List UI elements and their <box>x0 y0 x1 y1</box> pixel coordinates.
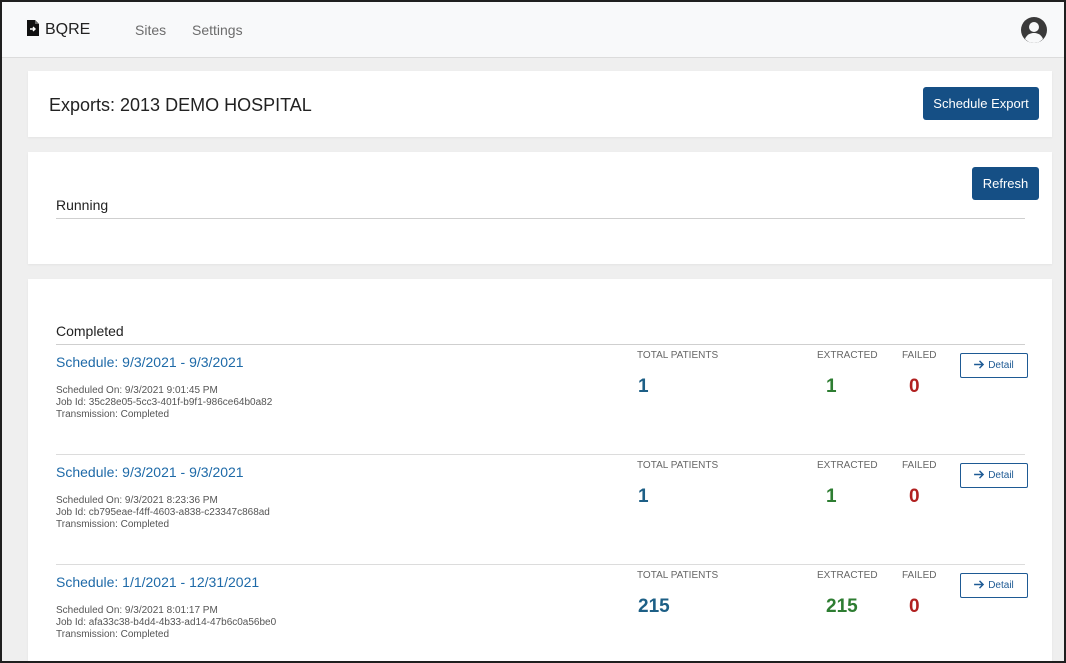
total-patients-value: 1 <box>638 376 649 397</box>
total-patients-label: TOTAL PATIENTS <box>637 350 719 361</box>
detail-button[interactable]: Detail <box>960 573 1028 598</box>
detail-button-label: Detail <box>988 580 1014 591</box>
failed-value: 0 <box>909 596 920 617</box>
detail-button-label: Detail <box>988 470 1014 481</box>
detail-button[interactable]: Detail <box>960 463 1028 488</box>
failed-label: FAILED <box>902 350 937 361</box>
failed-label: FAILED <box>902 570 937 581</box>
completed-exports-card: Completed Schedule: 9/3/2021 - 9/3/2021 … <box>28 279 1052 661</box>
nav-settings-link[interactable]: Settings <box>192 22 243 38</box>
extracted-value: 1 <box>826 486 837 507</box>
completed-section-title: Completed <box>56 323 124 339</box>
failed-value: 0 <box>909 486 920 507</box>
transmission-status-text: Transmission: Completed <box>56 519 170 530</box>
schedule-link[interactable]: Schedule: 1/1/2021 - 12/31/2021 <box>56 574 259 590</box>
extracted-label: EXTRACTED <box>817 460 878 471</box>
running-section-title: Running <box>56 197 109 213</box>
refresh-button[interactable]: Refresh <box>972 167 1039 200</box>
brand-name: BQRE <box>45 21 91 38</box>
scheduled-on-text: Scheduled On: 9/3/2021 9:01:45 PM <box>56 385 218 396</box>
scheduled-on-text: Scheduled On: 9/3/2021 8:23:36 PM <box>56 495 218 506</box>
extracted-label: EXTRACTED <box>817 570 878 581</box>
running-exports-card: Refresh Running <box>28 152 1052 264</box>
app-window: BQRE Sites Settings Exports: 2013 DEMO H… <box>0 0 1066 663</box>
failed-value: 0 <box>909 376 920 397</box>
page-title: Exports: 2013 DEMO HOSPITAL <box>49 95 312 115</box>
job-id-text: Job Id: 35c28e05-5cc3-401f-b9f1-986ce64b… <box>56 397 273 408</box>
extracted-label: EXTRACTED <box>817 350 878 361</box>
failed-label: FAILED <box>902 460 937 471</box>
page-header-card: Exports: 2013 DEMO HOSPITAL Schedule Exp… <box>28 71 1052 137</box>
arrow-right-icon <box>974 579 985 592</box>
top-navbar: BQRE Sites Settings <box>2 2 1064 58</box>
total-patients-label: TOTAL PATIENTS <box>637 460 719 471</box>
total-patients-label: TOTAL PATIENTS <box>637 570 719 581</box>
schedule-export-button[interactable]: Schedule Export <box>923 87 1039 120</box>
schedule-link[interactable]: Schedule: 9/3/2021 - 9/3/2021 <box>56 354 244 370</box>
export-row: Schedule: 1/1/2021 - 12/31/2021 Schedule… <box>56 565 1028 661</box>
total-patients-value: 215 <box>638 596 670 617</box>
arrow-right-icon <box>974 469 985 482</box>
total-patients-value: 1 <box>638 486 649 507</box>
file-export-icon <box>26 19 40 41</box>
schedule-link[interactable]: Schedule: 9/3/2021 - 9/3/2021 <box>56 464 244 480</box>
running-divider <box>56 218 1025 219</box>
transmission-status-text: Transmission: Completed <box>56 409 170 420</box>
job-id-text: Job Id: afa33c38-b4d4-4b33-ad14-47b6c0a5… <box>56 617 277 628</box>
nav-sites-link[interactable]: Sites <box>135 22 166 38</box>
extracted-value: 1 <box>826 376 837 397</box>
scheduled-on-text: Scheduled On: 9/3/2021 8:01:17 PM <box>56 605 218 616</box>
export-row: Schedule: 9/3/2021 - 9/3/2021 Scheduled … <box>56 455 1028 565</box>
brand-link[interactable]: BQRE <box>26 19 90 41</box>
extracted-value: 215 <box>826 596 858 617</box>
detail-button-label: Detail <box>988 360 1014 371</box>
user-account-icon[interactable] <box>1020 16 1048 44</box>
transmission-status-text: Transmission: Completed <box>56 629 170 640</box>
arrow-right-icon <box>974 359 985 372</box>
job-id-text: Job Id: cb795eae-f4ff-4603-a838-c23347c8… <box>56 507 270 518</box>
export-row: Schedule: 9/3/2021 - 9/3/2021 Scheduled … <box>56 345 1028 455</box>
detail-button[interactable]: Detail <box>960 353 1028 378</box>
